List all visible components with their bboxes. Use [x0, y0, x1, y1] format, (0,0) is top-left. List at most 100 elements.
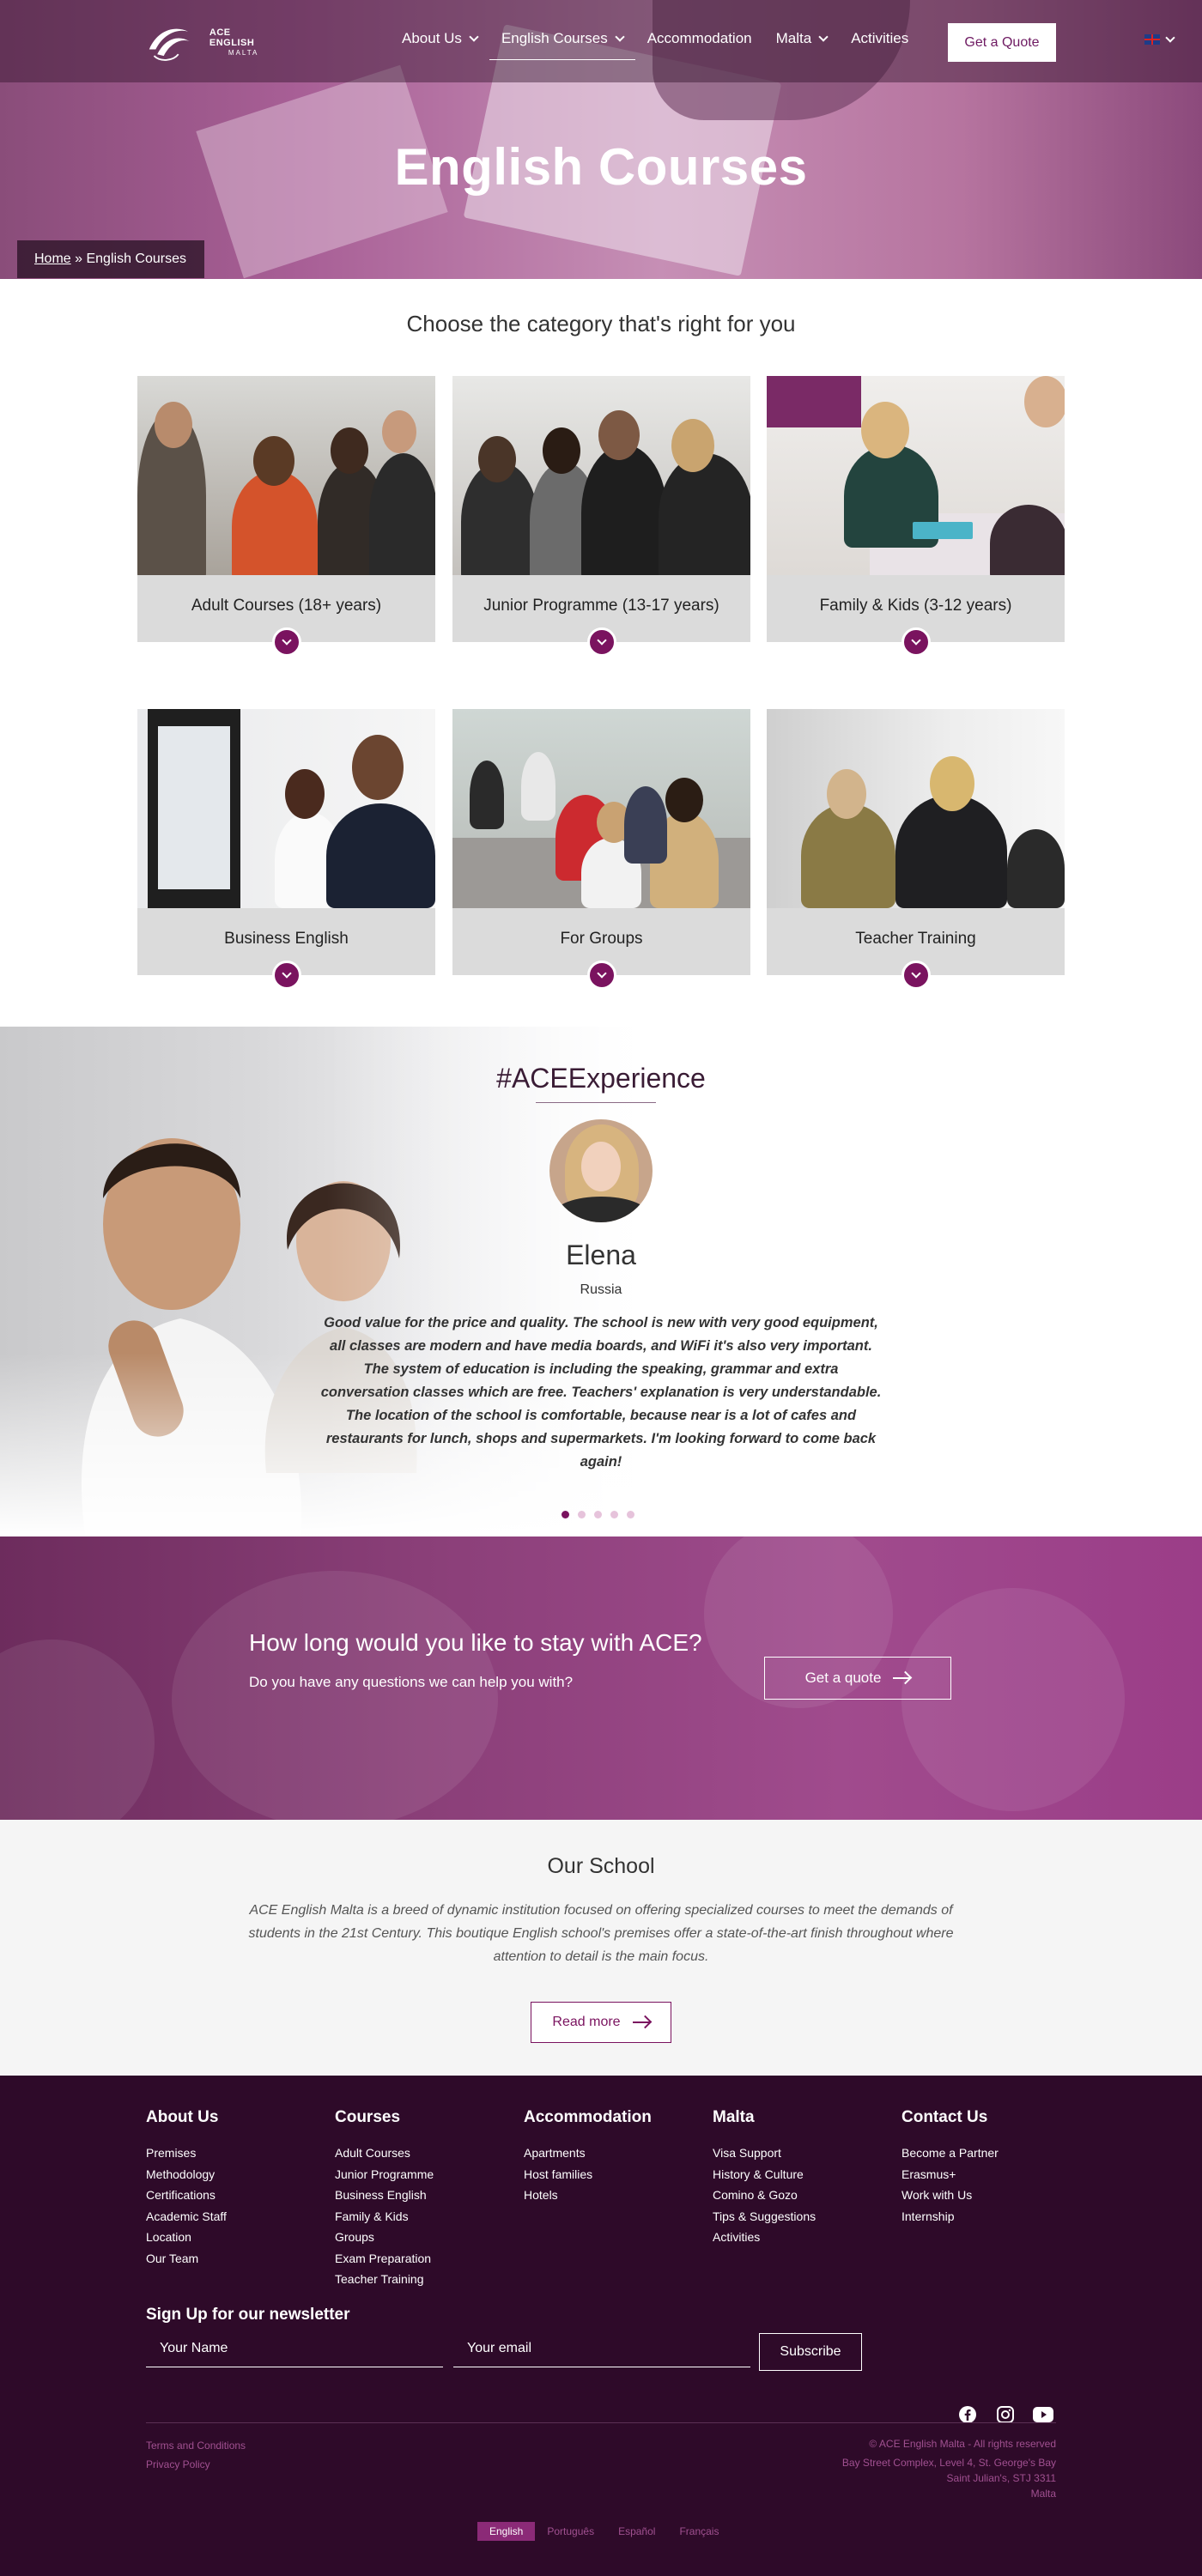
expand-chevron-icon[interactable] — [587, 961, 616, 990]
category-card-junior[interactable]: Junior Programme (13-17 years) — [452, 376, 750, 657]
footer-link[interactable]: Certifications — [146, 2185, 227, 2206]
testimonial-heading: #ACEExperience — [496, 1063, 706, 1094]
hero-banner: ACE ENGLISH MALTA About Us English Cours… — [0, 0, 1202, 279]
address-line: Malta — [1030, 2488, 1056, 2500]
footer-column-contact-us: Contact Us Become a Partner Erasmus+ Wor… — [902, 2108, 999, 2227]
logo-text: ACE ENGLISH — [209, 27, 255, 48]
nav-menu: About Us English Courses Accommodation M… — [402, 30, 932, 60]
breadcrumb-home-link[interactable]: Home — [34, 252, 71, 267]
carousel-dot[interactable] — [594, 1511, 602, 1518]
footer-link[interactable]: Academic Staff — [146, 2206, 227, 2227]
footer-divider — [146, 2422, 1056, 2423]
nav-item-accommodation[interactable]: Accommodation — [647, 30, 752, 47]
cta-subtext: Do you have any questions we can help yo… — [249, 1674, 574, 1690]
footer-link[interactable]: Become a Partner — [902, 2143, 999, 2164]
cta-heading: How long would you like to stay with ACE… — [249, 1629, 702, 1656]
breadcrumb: Home » English Courses — [17, 240, 204, 278]
footer-link[interactable]: Groups — [335, 2227, 434, 2248]
footer-link[interactable]: Business English — [335, 2185, 434, 2206]
category-photo — [452, 709, 750, 908]
carousel-dot[interactable] — [610, 1511, 618, 1518]
footer-link[interactable]: Erasmus+ — [902, 2164, 999, 2185]
expand-chevron-icon[interactable] — [587, 627, 616, 657]
nav-item-label: Accommodation — [647, 30, 752, 46]
chevron-down-icon — [818, 32, 829, 42]
uk-flag-icon — [1144, 34, 1160, 45]
footer-link[interactable]: Hotels — [524, 2185, 652, 2206]
category-card-teacher[interactable]: Teacher Training — [767, 709, 1065, 990]
main-nav: ACE ENGLISH MALTA About Us English Cours… — [0, 0, 1202, 82]
youtube-icon[interactable] — [1030, 2402, 1056, 2428]
nav-item-label: Malta — [775, 30, 812, 46]
footer-link[interactable]: Premises — [146, 2143, 227, 2164]
nav-item-about-us[interactable]: About Us — [402, 30, 479, 47]
footer-link[interactable]: Activities — [713, 2227, 816, 2248]
chevron-down-icon — [615, 32, 625, 42]
footer-column-title: Courses — [335, 2108, 401, 2126]
breadcrumb-separator: » — [70, 252, 87, 266]
footer-link[interactable]: Comino & Gozo — [713, 2185, 816, 2206]
footer-link[interactable]: Our Team — [146, 2248, 227, 2270]
chevron-down-icon — [1165, 33, 1175, 43]
category-card-business[interactable]: Business English — [137, 709, 435, 990]
read-more-button[interactable]: Read more — [531, 2002, 671, 2043]
footer-link[interactable]: Work with Us — [902, 2185, 999, 2206]
language-option-francais[interactable]: Français — [667, 2522, 731, 2541]
language-selector[interactable] — [1144, 33, 1175, 45]
terms-link[interactable]: Terms and Conditions — [146, 2436, 246, 2455]
our-school-text: ACE English Malta is a breed of dynamic … — [248, 1903, 954, 1964]
category-photo — [452, 376, 750, 575]
site-footer: About Us Premises Methodology Certificat… — [0, 2076, 1202, 2576]
footer-link[interactable]: Visa Support — [713, 2143, 816, 2164]
category-photo — [137, 376, 435, 575]
address-line: Saint Julian's, STJ 3311 — [946, 2472, 1056, 2484]
button-label: Read more — [552, 2015, 621, 2029]
footer-link[interactable]: Adult Courses — [335, 2143, 434, 2164]
expand-chevron-icon[interactable] — [272, 627, 301, 657]
expand-chevron-icon[interactable] — [902, 627, 931, 657]
footer-link[interactable]: History & Culture — [713, 2164, 816, 2185]
footer-column-malta: Malta Visa Support History & Culture Com… — [713, 2108, 816, 2248]
expand-chevron-icon[interactable] — [902, 961, 931, 990]
footer-link[interactable]: Family & Kids — [335, 2206, 434, 2227]
footer-link[interactable]: Apartments — [524, 2143, 652, 2164]
carousel-dot[interactable] — [578, 1511, 586, 1518]
footer-link[interactable]: Methodology — [146, 2164, 227, 2185]
footer-link[interactable]: Exam Preparation — [335, 2248, 434, 2270]
get-a-quote-button[interactable]: Get a Quote — [948, 23, 1056, 62]
newsletter-name-input[interactable] — [146, 2330, 443, 2367]
privacy-link[interactable]: Privacy Policy — [146, 2455, 246, 2474]
subscribe-button[interactable]: Subscribe — [759, 2333, 862, 2371]
language-option-english[interactable]: English — [477, 2522, 536, 2541]
footer-link[interactable]: Junior Programme — [335, 2164, 434, 2185]
arrow-right-icon — [632, 2021, 650, 2023]
instagram-icon[interactable] — [993, 2402, 1018, 2428]
language-option-portugues[interactable]: Português — [535, 2522, 606, 2541]
footer-link[interactable]: Host families — [524, 2164, 652, 2185]
site-logo[interactable]: ACE ENGLISH MALTA — [146, 21, 275, 65]
footer-link[interactable]: Tips & Suggestions — [713, 2206, 816, 2227]
category-card-family[interactable]: Family & Kids (3-12 years) — [767, 376, 1065, 657]
categories-heading: Choose the category that's right for you — [406, 311, 796, 336]
nav-item-activities[interactable]: Activities — [851, 30, 908, 47]
newsletter-email-input[interactable] — [453, 2330, 750, 2367]
get-quote-cta-button[interactable]: Get a quote — [764, 1657, 951, 1700]
footer-link[interactable]: Location — [146, 2227, 227, 2248]
carousel-dot[interactable] — [627, 1511, 634, 1518]
breadcrumb-current: English Courses — [86, 252, 186, 266]
heading-divider — [536, 1102, 656, 1103]
expand-chevron-icon[interactable] — [272, 961, 301, 990]
footer-link[interactable]: Teacher Training — [335, 2269, 434, 2290]
nav-item-malta[interactable]: Malta — [775, 30, 829, 47]
carousel-dots — [562, 1511, 634, 1518]
footer-column-about-us: About Us Premises Methodology Certificat… — [146, 2108, 227, 2269]
category-card-groups[interactable]: For Groups — [452, 709, 750, 990]
nav-item-english-courses[interactable]: English Courses — [489, 30, 635, 60]
footer-link[interactable]: Internship — [902, 2206, 999, 2227]
carousel-dot[interactable] — [562, 1511, 569, 1518]
facebook-icon[interactable] — [955, 2402, 980, 2428]
language-option-espanol[interactable]: Español — [606, 2522, 667, 2541]
category-card-adult[interactable]: Adult Courses (18+ years) — [137, 376, 435, 657]
language-switcher: English Português Español Français — [477, 2522, 731, 2541]
chevron-down-icon — [469, 32, 479, 42]
